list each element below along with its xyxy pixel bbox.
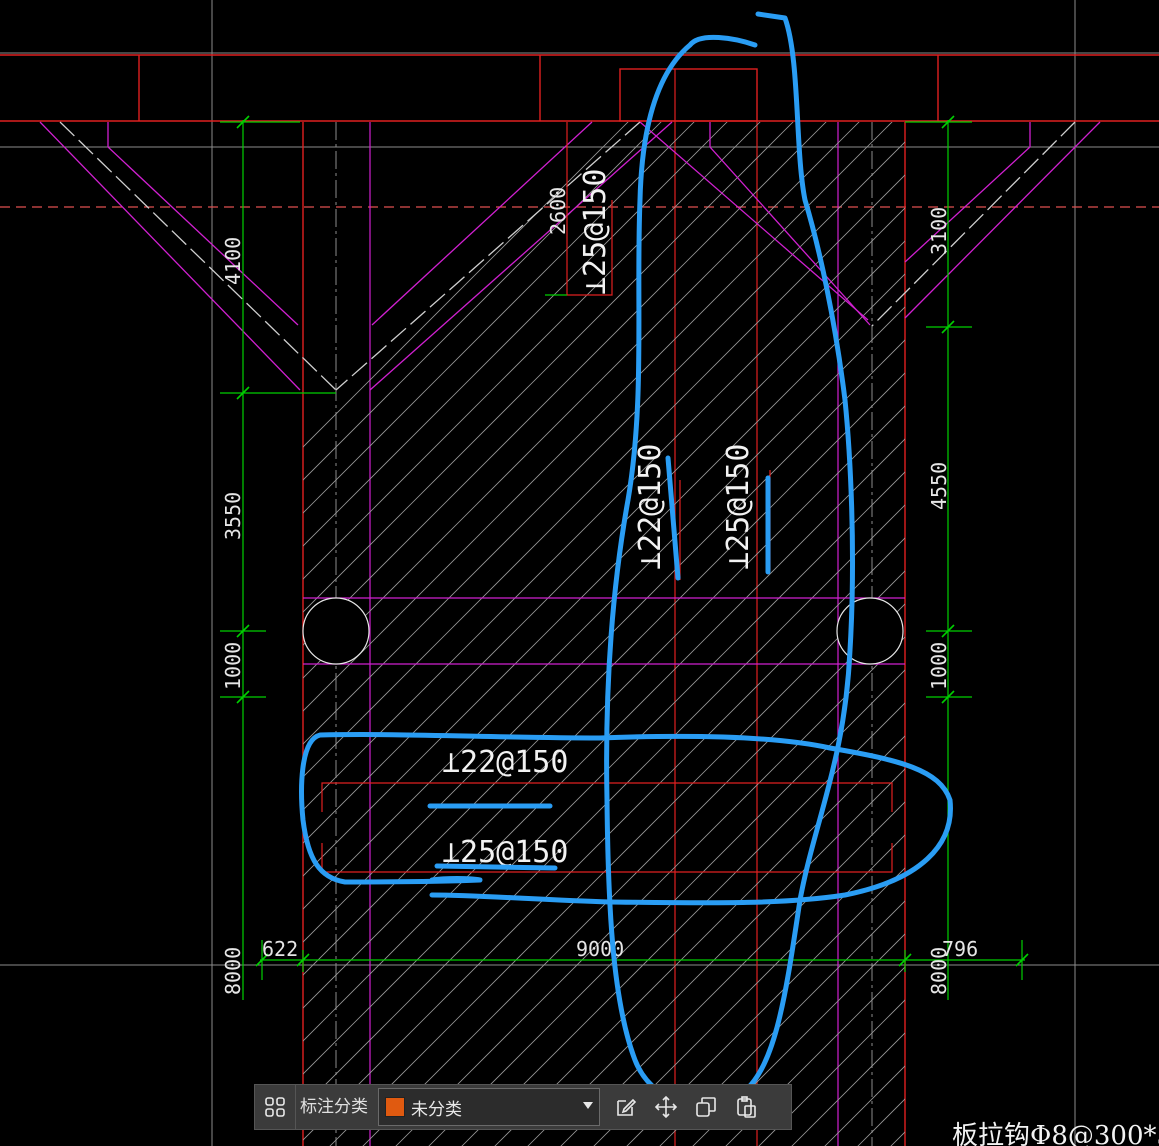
move-icon[interactable] [646,1085,686,1129]
copy-icon[interactable] [686,1085,726,1129]
hatch-line [953,120,1159,1146]
category-dropdown[interactable]: 未分类 [378,1088,600,1126]
hatch-line [1118,120,1159,1146]
rebar-label-mid-left: ⊥22@150 [633,444,668,570]
hatch-line [428,669,905,1146]
markup-loop-horizontal [299,732,953,906]
hatch-line [1019,120,1159,1146]
dim-left-8000: 8000 [221,947,245,995]
dim-bottom-9000: 9000 [576,937,624,961]
hatch-line [1085,120,1159,1146]
dim-left-3550: 3550 [221,492,245,540]
paste-icon[interactable] [726,1085,766,1129]
dim-bottom-622: 622 [262,937,298,961]
category-color-swatch [385,1097,405,1117]
hatch-line [303,372,905,976]
chevron-down-icon [583,1102,593,1109]
grid-apps-icon[interactable] [255,1085,295,1129]
hatch-line [920,120,1159,1146]
hatch-line [303,122,860,679]
markup-annotations [299,11,953,1109]
hatch-line [303,537,905,1141]
opening-circle-left [302,597,370,665]
dim-right-3100: 3100 [927,207,951,255]
hatch-line [303,122,794,613]
corner-note: 板拉钩Φ8@300*300 [952,1121,1159,1146]
category-dropdown-value: 未分类 [411,1099,462,1119]
hatch-line [1151,120,1159,1146]
beam-outline [0,54,1159,122]
edit-icon[interactable] [606,1085,646,1129]
pile-cap-diagonals [39,121,1101,391]
rebar-label-top: ⊥25@150 [578,169,613,295]
hatch-line [659,900,905,1146]
hatch-line [1052,120,1159,1146]
dim-right-4550: 4550 [927,462,951,510]
rebar-label-mid-right: ⊥25@150 [721,444,756,570]
dim-left-4100: 4100 [221,237,245,285]
hatch-line [303,141,905,745]
cad-canvas[interactable]: 4100 3550 1000 8000 3100 4550 1000 8000 … [0,0,1159,1146]
hatch-line [461,702,905,1146]
hatch-line [362,603,905,1146]
annotation-toolbar: 标注分类 未分类 [254,1084,792,1130]
opening-circle-right [836,597,904,665]
dim-left-1000: 1000 [221,642,245,690]
annotation-category-label: 标注分类 [295,1085,376,1129]
dim-right-1000: 1000 [927,642,951,690]
dim-bottom-796: 796 [942,937,978,961]
hatch-line [986,120,1159,1146]
hatch-line [303,504,905,1108]
dimension-lines [220,120,1025,1000]
hatch-line [395,636,905,1146]
rebar-label-horizontal-upper: ⊥22@150 [442,745,568,780]
dim-top-2600: 2600 [546,187,570,235]
